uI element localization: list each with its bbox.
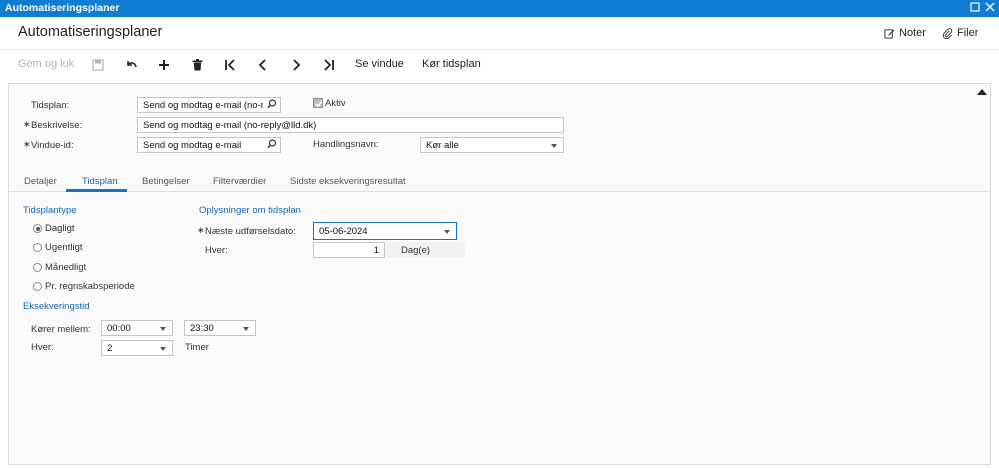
radio-daily[interactable] (33, 224, 42, 233)
schedule-label: Tidsplan: (31, 100, 70, 111)
active-tab-indicator (66, 189, 127, 192)
next-record-icon[interactable] (289, 58, 303, 72)
tab-last-execution-result[interactable]: Sidste eksekveringsresultat (290, 176, 406, 187)
action-name-value: Kør alle (426, 140, 459, 151)
runs-from-value: 00:00 (107, 323, 131, 334)
maximize-icon[interactable] (969, 1, 980, 13)
previous-record-icon[interactable] (256, 58, 270, 72)
paperclip-icon (942, 27, 953, 39)
exec-every-select[interactable]: 2 (101, 340, 173, 356)
first-record-icon[interactable] (223, 58, 237, 72)
delete-icon[interactable] (190, 58, 204, 72)
close-icon[interactable] (984, 1, 995, 13)
window-titlebar: Automatiseringsplaner (0, 0, 999, 17)
next-run-date-select[interactable]: 05-06-2024 (313, 222, 457, 240)
radio-monthly-label: Månedligt (45, 262, 87, 273)
description-value: Send og modtag e-mail (no-reply@lld.dk) (143, 120, 317, 131)
exec-every-unit: Timer (185, 342, 209, 353)
next-run-label: Næste udførselsdato: (197, 225, 296, 237)
runs-between-label: Kører mellem: (31, 324, 91, 335)
form-panel: Tidsplan: Send og modtag e-mail (no-repl… (8, 83, 991, 465)
page-title: Automatiseringsplaner (18, 24, 163, 40)
undo-icon[interactable] (124, 58, 138, 72)
schedule-value: Send og modtag e-mail (no-reply@lld.dk) (143, 100, 263, 111)
radio-fiscal-period-label: Pr. regnskabsperiode (45, 281, 135, 292)
window-id-value: Send og modtag e-mail (143, 140, 242, 151)
tab-filter-values[interactable]: Filterværdier (213, 176, 266, 187)
schedule-type-title: Tidsplantype (23, 205, 77, 216)
tab-bar: Detaljer Tidsplan Betingelser Filterværd… (9, 172, 990, 192)
runs-to-select[interactable]: 23:30 (184, 320, 256, 336)
every-input[interactable]: 1 (313, 242, 385, 258)
active-checkbox[interactable] (313, 98, 323, 108)
exec-every-value: 2 (107, 343, 113, 354)
last-record-icon[interactable] (322, 58, 336, 72)
chevron-down-icon (160, 327, 166, 331)
files-label: Filer (957, 27, 979, 39)
radio-daily-label: Dagligt (45, 223, 75, 234)
window-id-field[interactable]: Send og modtag e-mail (137, 137, 281, 153)
window-title: Automatiseringsplaner (5, 2, 120, 14)
execution-time-title: Eksekveringstid (23, 301, 90, 312)
next-run-value: 05-06-2024 (319, 226, 368, 237)
see-window-button[interactable]: Se vindue (355, 58, 404, 70)
files-button[interactable]: Filer (942, 27, 978, 39)
tab-details[interactable]: Detaljer (24, 176, 57, 187)
radio-fiscal-period[interactable] (33, 282, 42, 291)
window-id-label: Vindue-id: (23, 139, 74, 151)
notes-button[interactable]: Noter (884, 27, 926, 39)
save-close-button[interactable]: Gem og luk (18, 58, 74, 70)
save-icon[interactable] (91, 58, 105, 72)
every-value: 1 (373, 245, 379, 256)
runs-to-value: 23:30 (190, 323, 214, 334)
action-name-select[interactable]: Kør alle (420, 137, 564, 153)
chevron-down-icon (160, 347, 166, 351)
search-icon[interactable] (267, 99, 277, 109)
exec-every-label: Hver: (31, 342, 54, 353)
every-label: Hver: (205, 245, 228, 256)
toolbar: Gem og luk Se vindue Kør tidsplan (0, 50, 999, 81)
action-name-label: Handlingsnavn: (313, 139, 379, 150)
schedule-info-title: Oplysninger om tidsplan (199, 205, 301, 216)
radio-weekly[interactable] (33, 243, 42, 252)
runs-from-select[interactable]: 00:00 (101, 320, 173, 336)
add-icon[interactable] (157, 58, 171, 72)
tab-schedule[interactable]: Tidsplan (82, 176, 118, 187)
chevron-down-icon (243, 327, 249, 331)
active-label: Aktiv (325, 98, 346, 109)
page-header: Automatiseringsplaner Noter Filer (0, 17, 999, 50)
collapse-icon[interactable] (977, 88, 987, 99)
radio-weekly-label: Ugentligt (45, 242, 83, 253)
search-icon[interactable] (267, 139, 277, 149)
schedule-field[interactable]: Send og modtag e-mail (no-reply@lld.dk) (137, 97, 281, 113)
description-label: Beskrivelse: (23, 119, 82, 131)
tab-conditions[interactable]: Betingelser (142, 176, 190, 187)
every-unit: Dag(e) (401, 245, 431, 256)
radio-monthly[interactable] (33, 263, 42, 272)
description-field[interactable]: Send og modtag e-mail (no-reply@lld.dk) (137, 117, 564, 133)
notes-label: Noter (899, 27, 926, 39)
edit-note-icon (884, 28, 895, 39)
chevron-down-icon (551, 144, 557, 148)
chevron-down-icon (444, 230, 450, 234)
run-schedule-button[interactable]: Kør tidsplan (422, 58, 481, 70)
